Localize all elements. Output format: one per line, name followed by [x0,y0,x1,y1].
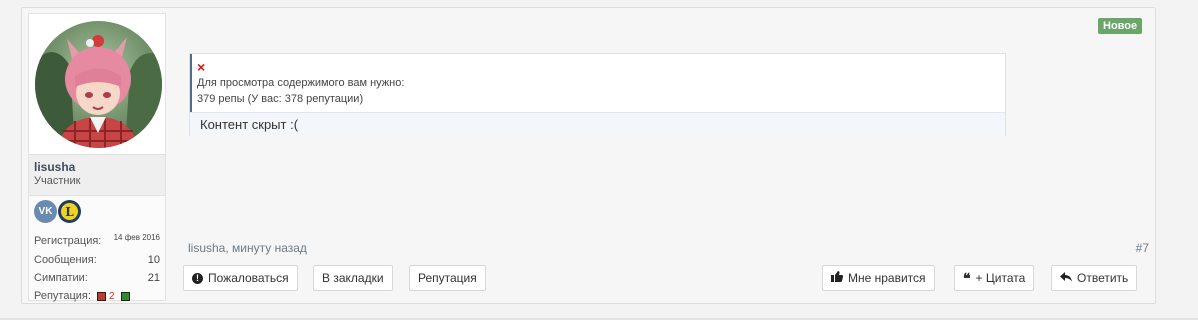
stat-registration-value: 14 фев 2016 [113,233,160,242]
stat-registration: Регистрация: 14 фев 2016 [34,233,160,247]
l-icon-label: L [61,203,78,220]
stat-reputation-value: 2 [109,291,115,302]
reply-button-label: Ответить [1077,271,1129,285]
post-number[interactable]: #7 [1136,241,1149,255]
stat-reputation-label: Репутация: [34,290,91,302]
like-button[interactable]: Мне нравится [822,265,935,291]
alert-icon: ! [192,272,203,284]
hidden-content-box: × Для просмотра содержимого вам нужно: 3… [189,53,1006,136]
like-button-label: Мне нравится [848,271,926,285]
post-meta[interactable]: lisusha, минуту назад [188,241,307,255]
reply-button[interactable]: Ответить [1051,265,1138,291]
bookmark-button[interactable]: В закладки [313,265,393,291]
hidden-requirement-value: 379 репы (У вас: 378 репутации) [197,93,364,105]
stat-messages-label: Сообщения: [34,254,97,266]
stat-registration-label: Регистрация: [34,235,102,247]
user-title: Участник [34,175,81,187]
vk-icon-label: VK [38,206,53,217]
stat-reputation: Репутация: 2 [34,290,160,302]
stat-messages-value: 10 [147,254,160,266]
reputation-button-label: Репутация [418,271,477,285]
avatar[interactable] [35,21,162,148]
report-button[interactable]: ! Пожаловаться [183,265,298,291]
bookmark-button-label: В закладки [322,271,384,285]
avatar-frame [29,14,165,154]
hidden-requirement-text: Для просмотра содержимого вам нужно: [197,77,405,89]
stat-likes-label: Симпатии: [34,272,88,284]
quote-icon: ❝ [963,270,971,286]
quote-button-label: + Цитата [975,271,1026,285]
quote-button[interactable]: ❝ + Цитата [954,265,1035,291]
stat-messages: Сообщения: 10 [34,254,160,266]
user-name-box: lisusha Участник [29,154,165,196]
stat-likes-value: 21 [147,272,160,284]
stat-likes: Симпатии: 21 [34,272,160,284]
rep-minus-icon[interactable] [96,291,106,301]
reply-icon [1060,271,1072,285]
new-badge: Новое [1098,18,1143,34]
report-button-label: Пожаловаться [208,271,289,285]
user-card: lisusha Участник VK L Регистрация: 14 фе… [28,13,166,302]
l-icon[interactable]: L [58,200,81,223]
thumbs-up-icon [831,271,843,285]
hidden-content-body: Контент скрыт :( [190,112,1005,136]
reputation-button[interactable]: Репутация [409,265,486,291]
hidden-content-header: × Для просмотра содержимого вам нужно: 3… [190,54,1005,112]
avatar-image [35,21,162,148]
hidden-content-text: Контент скрыт :( [200,117,299,132]
vk-icon[interactable]: VK [34,200,57,223]
close-icon: × [197,59,206,75]
post-container: lisusha Участник VK L Регистрация: 14 фе… [21,7,1156,304]
username[interactable]: lisusha [34,160,75,174]
rep-plus-icon[interactable] [120,291,130,301]
